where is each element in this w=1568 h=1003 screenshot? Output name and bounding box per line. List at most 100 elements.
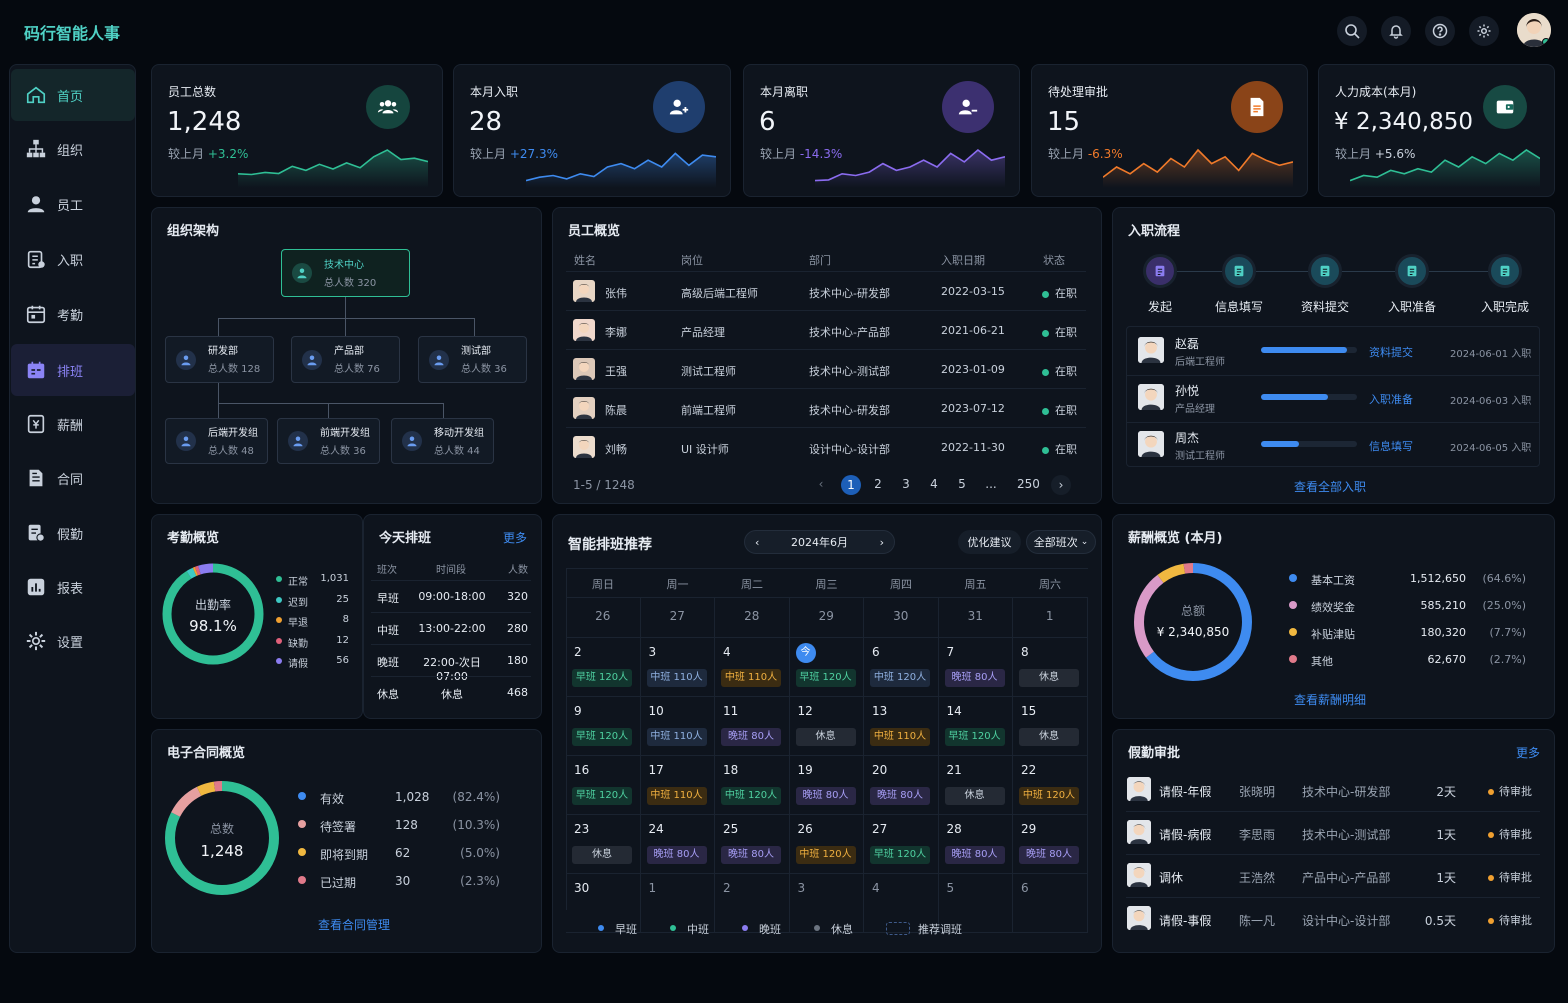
calendar-day[interactable]: 4 中班 110人 — [715, 638, 790, 697]
sidebar-item-2[interactable]: 组织 — [11, 123, 135, 175]
calendar-day[interactable]: 31 — [938, 597, 1013, 638]
shift-tag[interactable]: 早班 120人 — [572, 669, 632, 687]
shift-tag[interactable]: 晚班 80人 — [944, 669, 1005, 687]
calendar-day[interactable]: 3 中班 110人 — [640, 638, 715, 697]
calendar-day[interactable]: 11 晚班 80人 — [715, 697, 790, 756]
shift-tag[interactable]: 早班 120人 — [572, 728, 632, 746]
org-node-level2[interactable]: 前端开发组 总人数 36 — [277, 418, 380, 464]
calendar-day[interactable]: 2 早班 120人 — [566, 638, 641, 697]
calendar-day[interactable]: 16 早班 120人 — [566, 756, 641, 815]
shift-tag[interactable]: 晚班 80人 — [1019, 846, 1079, 864]
calendar-day[interactable]: 28 晚班 80人 — [938, 815, 1013, 874]
shift-tag[interactable]: 中班 110人 — [721, 669, 781, 687]
calendar-day[interactable]: 8 休息 — [1013, 638, 1088, 697]
leave-status[interactable]: 待审批 — [1488, 869, 1532, 885]
shift-tag[interactable]: 休息 — [1019, 669, 1079, 687]
leave-status[interactable]: 待审批 — [1488, 912, 1532, 928]
shift-tag[interactable]: 晚班 80人 — [721, 728, 781, 746]
shift-tag[interactable]: 早班 120人 — [572, 787, 632, 805]
calendar-day[interactable]: 21 休息 — [938, 756, 1013, 815]
sidebar-item-10[interactable]: 报表 — [11, 561, 135, 613]
onboarding-stage[interactable]: 信息填写 — [1369, 438, 1413, 454]
sidebar-item-11[interactable]: 设置 — [11, 615, 135, 667]
org-node-level1[interactable]: 研发部 总人数 128 — [165, 336, 274, 383]
shift-tag[interactable]: 中班 110人 — [646, 787, 707, 805]
leave-status[interactable]: 待审批 — [1488, 783, 1532, 799]
shift-tag[interactable]: 休息 — [572, 846, 632, 864]
sidebar-item-7[interactable]: 薪酬 — [11, 398, 135, 450]
calendar-day[interactable]: 23 休息 — [566, 815, 641, 874]
sidebar-item-5[interactable]: 考勤 — [11, 288, 135, 340]
shift-tag[interactable]: 晚班 80人 — [944, 846, 1005, 864]
calendar-day[interactable]: 9 早班 120人 — [566, 697, 641, 756]
help-icon[interactable] — [1425, 16, 1455, 46]
shift-tag[interactable]: 早班 120人 — [795, 669, 856, 687]
calendar-day[interactable]: 30 — [864, 597, 939, 638]
next-month-button[interactable]: › — [880, 536, 884, 549]
prev-month-button[interactable]: ‹ — [755, 536, 759, 549]
stat-card-4[interactable]: 待处理审批 15 较上月 -6.3% — [1031, 64, 1308, 197]
leave-status[interactable]: 待审批 — [1488, 826, 1532, 842]
calendar-day[interactable]: 6 — [1013, 874, 1088, 933]
page-button[interactable]: 1 — [841, 475, 861, 495]
next-page-button[interactable]: › — [1051, 475, 1071, 495]
calendar-day[interactable]: 25 晚班 80人 — [715, 815, 790, 874]
calendar-day[interactable]: 27 — [640, 597, 715, 638]
calendar-day[interactable]: 26 中班 120人 — [789, 815, 864, 874]
calendar-day[interactable]: 27 早班 120人 — [864, 815, 939, 874]
page-button[interactable]: ... — [981, 477, 1001, 491]
optimize-button[interactable]: 优化建议 — [958, 530, 1021, 554]
shift-tag[interactable]: 早班 120人 — [944, 728, 1005, 746]
calendar-day[interactable]: 13 中班 110人 — [864, 697, 939, 756]
onboarding-stage[interactable]: 入职准备 — [1369, 391, 1413, 407]
shift-tag[interactable]: 中班 120人 — [1019, 787, 1079, 805]
calendar-day[interactable]: 18 中班 120人 — [715, 756, 790, 815]
shift-tag[interactable]: 休息 — [795, 728, 856, 746]
view-salary-detail-link[interactable]: 查看薪酬明细 — [1230, 691, 1430, 708]
shift-tag[interactable]: 早班 120人 — [870, 846, 930, 864]
calendar-day[interactable]: 今早班 120人 — [789, 638, 864, 697]
shift-tag[interactable]: 中班 120人 — [721, 787, 781, 805]
calendar-day[interactable]: 24 晚班 80人 — [640, 815, 715, 874]
prev-page-button[interactable]: ‹ — [811, 477, 831, 491]
gear-icon[interactable] — [1469, 16, 1499, 46]
calendar-day[interactable]: 1 — [1013, 597, 1088, 638]
shift-tag[interactable]: 中班 110人 — [646, 728, 707, 746]
calendar-day[interactable]: 14 早班 120人 — [938, 697, 1013, 756]
search-icon[interactable] — [1337, 16, 1367, 46]
org-node-level1[interactable]: 产品部 总人数 76 — [291, 336, 400, 383]
org-node-level2[interactable]: 后端开发组 总人数 48 — [165, 418, 268, 464]
shift-tag[interactable]: 晚班 80人 — [870, 787, 930, 805]
calendar-day[interactable]: 22 中班 120人 — [1013, 756, 1088, 815]
contract-management-link[interactable]: 查看合同管理 — [254, 916, 454, 933]
calendar-day[interactable]: 7 晚班 80人 — [938, 638, 1013, 697]
bell-icon[interactable] — [1381, 16, 1411, 46]
onboarding-stage[interactable]: 资料提交 — [1369, 344, 1413, 360]
shift-tag[interactable]: 休息 — [1019, 728, 1079, 746]
table-row[interactable]: 张伟 高级后端工程师 技术中心-研发部 2022-03-15 在职 — [566, 271, 1086, 310]
sidebar-item-8[interactable]: 合同 — [11, 452, 135, 504]
page-button[interactable]: 5 — [952, 477, 972, 491]
calendar-day[interactable]: 17 中班 110人 — [640, 756, 715, 815]
more-link[interactable]: 更多 — [503, 529, 527, 546]
org-node-level1[interactable]: 测试部 总人数 36 — [418, 336, 527, 383]
user-avatar[interactable] — [1517, 13, 1551, 47]
stat-card-3[interactable]: 本月离职 6 较上月 -14.3% — [743, 64, 1020, 197]
shift-tag[interactable]: 晚班 80人 — [795, 787, 856, 805]
sidebar-item-4[interactable]: 入职 — [11, 233, 135, 285]
shift-filter-select[interactable]: 全部班次 ⌄ — [1026, 530, 1096, 554]
calendar-day[interactable]: 19 晚班 80人 — [789, 756, 864, 815]
page-button[interactable]: 2 — [868, 477, 888, 491]
table-row[interactable]: 王强 测试工程师 技术中心-测试部 2023-01-09 在职 — [566, 349, 1086, 388]
shift-tag[interactable]: 休息 — [944, 787, 1005, 805]
shift-tag[interactable]: 晚班 80人 — [646, 846, 707, 864]
table-row[interactable]: 陈晨 前端工程师 技术中心-研发部 2023-07-12 在职 — [566, 388, 1086, 427]
sidebar-item-6[interactable]: 排班 — [11, 344, 135, 396]
calendar-day[interactable]: 26 — [566, 597, 641, 638]
stat-card-2[interactable]: 本月入职 28 较上月 +27.3% — [453, 64, 731, 197]
calendar-day[interactable]: 20 晚班 80人 — [864, 756, 939, 815]
calendar-day[interactable]: 6 中班 120人 — [864, 638, 939, 697]
org-node-root[interactable]: 技术中心 总人数 320 — [281, 249, 410, 297]
calendar-day[interactable]: 10 中班 110人 — [640, 697, 715, 756]
page-button[interactable]: 4 — [924, 477, 944, 491]
